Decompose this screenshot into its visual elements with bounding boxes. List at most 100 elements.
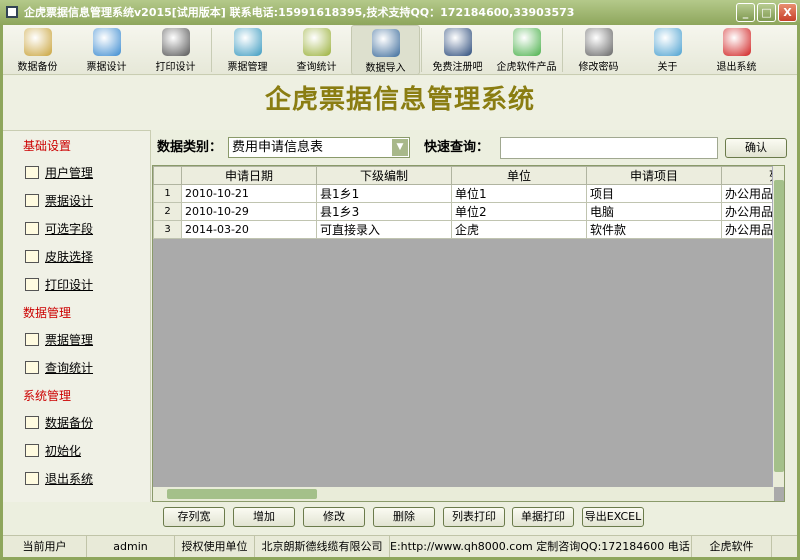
toolbar-button-3[interactable]: 票据管理 <box>213 25 282 75</box>
column-header[interactable]: 申请项目 <box>586 166 722 185</box>
sidebar-item[interactable]: 用户管理 <box>3 158 150 186</box>
toolbar-button-7[interactable]: 企虎软件产品 <box>492 25 561 75</box>
action-button[interactable]: 增加 <box>233 507 295 527</box>
status-user-label: 当前用户 <box>3 536 87 557</box>
sidebar-item-label: 退出系统 <box>45 471 94 486</box>
toolbar-button-label: 票据设计 <box>86 62 127 73</box>
toolbar-button-label: 数据备份 <box>17 62 58 73</box>
table-cell[interactable]: 2010-10-21 <box>181 184 317 203</box>
sidebar-item-label: 票据管理 <box>45 332 94 347</box>
sidebar-item-label: 皮肤选择 <box>45 249 94 264</box>
book-icon <box>25 277 39 291</box>
toolbar-separator <box>562 28 563 72</box>
horizontal-scrollbar[interactable] <box>153 487 774 501</box>
toolbar-button-9[interactable]: 关于 <box>633 25 702 75</box>
sidebar-item-label: 打印设计 <box>45 277 94 292</box>
toolbar-button-label: 关于 <box>657 62 678 73</box>
sidebar-section: 系统管理 <box>23 389 72 403</box>
row-number[interactable]: 3 <box>153 220 182 239</box>
table-cell[interactable]: 软件款 <box>586 220 722 239</box>
magnifier-icon <box>302 28 331 56</box>
chevron-down-icon[interactable]: ▼ <box>392 139 408 156</box>
database-import-icon <box>371 29 400 57</box>
toolbar-button-1[interactable]: 票据设计 <box>72 25 141 75</box>
action-button[interactable]: 单据打印 <box>512 507 574 527</box>
table-cell[interactable]: 单位1 <box>451 184 587 203</box>
table-row[interactable]: 2 2010-10-29 县1乡3 单位2 电脑 办公用品 <box>153 202 782 221</box>
book-icon <box>25 332 39 346</box>
table-cell[interactable]: 县1乡3 <box>316 202 452 221</box>
sidebar-item-label: 可选字段 <box>45 221 94 236</box>
book-icon <box>25 443 39 457</box>
toolbar-button-4[interactable]: 查询统计 <box>282 25 351 75</box>
sidebar-item-label: 票据设计 <box>45 193 94 208</box>
table-cell[interactable]: 单位2 <box>451 202 587 221</box>
search-input[interactable] <box>500 137 718 159</box>
printer-icon <box>161 28 190 56</box>
scroll-thumb[interactable] <box>774 180 784 472</box>
database-backup-icon <box>23 28 52 56</box>
table-cell[interactable]: 2014-03-20 <box>181 220 317 239</box>
action-button[interactable]: 导出EXCEL <box>582 507 644 527</box>
table-cell[interactable]: 县1乡1 <box>316 184 452 203</box>
status-brand: 企虎软件 <box>692 536 772 557</box>
confirm-button[interactable]: 确认 <box>725 138 787 158</box>
sidebar-item[interactable]: 票据管理 <box>3 325 150 353</box>
scroll-thumb[interactable] <box>167 489 317 499</box>
maximize-button[interactable]: □ <box>757 3 776 22</box>
table-cell[interactable]: 企虎 <box>451 220 587 239</box>
sidebar-item[interactable]: 可选字段 <box>3 214 150 242</box>
sidebar: 基础设置 用户管理 票据设计 可选字段 皮肤选择 打印设计 数据管理 票据管理 查询统计 系统管理… <box>3 130 151 502</box>
column-header[interactable]: 申请日期 <box>181 166 317 185</box>
action-button[interactable]: 列表打印 <box>443 507 505 527</box>
status-org: 北京朗斯德线缆有限公司 <box>255 536 390 557</box>
minimize-button[interactable]: _ <box>736 3 755 22</box>
sidebar-item[interactable]: 数据备份 <box>3 408 150 436</box>
column-header[interactable]: 单位 <box>451 166 587 185</box>
sidebar-item[interactable]: 退出系统 <box>3 464 150 492</box>
table-cell[interactable]: 2010-10-29 <box>181 202 317 221</box>
category-select[interactable]: 费用申请信息表 ▼ <box>228 137 410 158</box>
sidebar-item[interactable]: 打印设计 <box>3 270 150 298</box>
toolbar-button-8[interactable]: 修改密码 <box>564 25 633 75</box>
toolbar-button-label: 企虎软件产品 <box>496 62 557 73</box>
table-cell[interactable]: 项目 <box>586 184 722 203</box>
column-header[interactable]: 下级编制 <box>316 166 452 185</box>
banner-title: 企虎票据信息管理系统 <box>3 76 797 130</box>
sidebar-item[interactable]: 票据设计 <box>3 186 150 214</box>
book-icon <box>25 471 39 485</box>
toolbar-button-label: 数据导入 <box>365 63 406 74</box>
sidebar-item[interactable]: 皮肤选择 <box>3 242 150 270</box>
table-cell[interactable]: 可直接录入 <box>316 220 452 239</box>
book-icon <box>25 360 39 374</box>
book-icon <box>25 193 39 207</box>
close-button[interactable]: X <box>778 3 797 22</box>
status-contact: E:http://www.qh8000.com 定制咨询QQ:172184600… <box>390 536 692 557</box>
row-number[interactable]: 1 <box>153 184 182 203</box>
sidebar-item[interactable]: 查询统计 <box>3 353 150 381</box>
toolbar-separator <box>421 28 422 72</box>
toolbar-button-label: 免费注册吧 <box>432 62 483 73</box>
action-button[interactable]: 删除 <box>373 507 435 527</box>
toolbar-button-5[interactable]: 数据导入 <box>351 25 420 75</box>
table-row[interactable]: 1 2010-10-21 县1乡1 单位1 项目 办公用品 <box>153 184 782 203</box>
table-cell[interactable]: 电脑 <box>586 202 722 221</box>
sidebar-item-label: 用户管理 <box>45 165 94 180</box>
vertical-scrollbar[interactable] <box>772 166 784 487</box>
table-row[interactable]: 3 2014-03-20 可直接录入 企虎 软件款 办公用品 <box>153 220 782 239</box>
toolbar-button-6[interactable]: 免费注册吧 <box>423 25 492 75</box>
toolbar-button-10[interactable]: 退出系统 <box>702 25 771 75</box>
toolbar-button-0[interactable]: 数据备份 <box>3 25 72 75</box>
window-title: 企虎票据信息管理系统v2015[试用版本] 联系电话:15991618395,技… <box>24 6 575 19</box>
corner-header <box>153 166 182 185</box>
action-button[interactable]: 存列宽 <box>163 507 225 527</box>
book-icon <box>25 165 39 179</box>
sidebar-item[interactable]: 初始化 <box>3 436 150 464</box>
toolbar-button-2[interactable]: 打印设计 <box>141 25 210 75</box>
book-icon <box>25 415 39 429</box>
folder-icon <box>233 28 262 56</box>
category-label: 数据类别： <box>157 140 223 155</box>
status-org-label: 授权使用单位 <box>175 536 255 557</box>
row-number[interactable]: 2 <box>153 202 182 221</box>
action-button[interactable]: 修改 <box>303 507 365 527</box>
